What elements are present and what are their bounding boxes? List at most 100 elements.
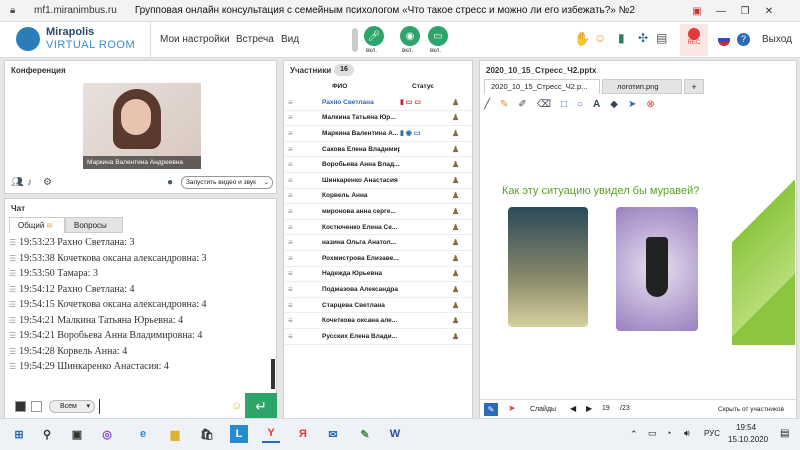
edge-icon[interactable]: e <box>134 425 152 443</box>
search-icon[interactable]: ⚲ <box>38 425 56 443</box>
participant-row[interactable]: ≡ миронова анна серге... ♟ <box>284 204 472 220</box>
participant-row[interactable]: ≡ Воробьева Анна Влад... ♟ <box>284 157 472 173</box>
participant-row[interactable]: ≡ Рохмистрова Елизаве... ♟ <box>284 251 472 267</box>
color-picker-icon[interactable] <box>15 401 26 412</box>
send-button[interactable]: ↵ <box>245 393 277 420</box>
chat-input[interactable] <box>99 399 229 414</box>
participants-video-icon[interactable]: 👥︎ <box>11 177 24 188</box>
yandex-icon[interactable]: Я <box>294 425 312 443</box>
language-indicator[interactable]: РУС <box>704 429 720 438</box>
participant-row[interactable]: ≡ Корвель Анна ♟ <box>284 189 472 205</box>
network-icon[interactable]: ✣ <box>638 31 648 45</box>
recipient-dropdown[interactable]: Всем ▾ <box>49 400 95 413</box>
avatar-icon: ♟ <box>452 191 460 201</box>
participant-row[interactable]: ≡ Надежда Юрьевна ♟ <box>284 267 472 283</box>
mail-icon[interactable]: ✉ <box>324 425 342 443</box>
tab-logo[interactable]: логотип.png <box>602 79 682 94</box>
slides-button[interactable]: Слайды <box>530 406 556 413</box>
tab-general[interactable]: Общий ✉ <box>9 217 65 233</box>
chat-scrollbar[interactable] <box>271 359 275 389</box>
language-flag-icon[interactable] <box>718 34 730 46</box>
tab-questions[interactable]: Вопросы <box>65 217 123 233</box>
marker-icon[interactable]: ✐ <box>518 99 526 110</box>
help-icon[interactable]: ? <box>737 33 750 46</box>
message-icon: ☰ <box>9 331 17 340</box>
screen-share-button[interactable]: ▭ <box>428 26 448 46</box>
tray-chevron-icon[interactable]: ⌃ <box>630 429 638 440</box>
participant-row[interactable]: ≡ Сакова Елена Владимир... ♟ <box>284 142 472 158</box>
network-tray-icon[interactable]: ▭ <box>648 428 657 439</box>
mic-button[interactable]: 🎤︎ <box>364 26 384 46</box>
store-icon[interactable]: 🛍︎ <box>198 425 216 443</box>
task-view-icon[interactable]: ▣ <box>68 425 86 443</box>
paint-icon[interactable]: ✎ <box>356 425 374 443</box>
drag-handle-icon: ≡ <box>288 175 293 185</box>
rectangle-icon[interactable]: □ <box>561 99 567 110</box>
emoji-picker-icon[interactable]: ☺ <box>231 400 242 412</box>
record-button[interactable]: REC <box>680 24 708 56</box>
menu-my-settings[interactable]: Мои настройки <box>160 34 230 45</box>
mic-level-slider[interactable] <box>352 28 358 52</box>
participant-row[interactable]: ≡ Малкина Татьяна Юр... ♟ <box>284 111 472 127</box>
menu-view[interactable]: Вид <box>281 34 299 45</box>
hide-from-participants-button[interactable]: Скрыть от участников <box>718 406 784 413</box>
folder-icon[interactable]: ▤ <box>656 31 667 45</box>
raise-hand-icon[interactable]: ✋ <box>574 31 590 47</box>
highlighter-icon[interactable]: ✎ <box>500 99 508 110</box>
participant-row[interactable]: ≡ Костюченко Елена Се... ♟ <box>284 220 472 236</box>
pointer-icon[interactable]: ➤ <box>628 99 636 110</box>
participant-row[interactable]: ≡ назина Ольга Анатол... ♟ <box>284 235 472 251</box>
wifi-icon[interactable]: ◔ <box>666 428 671 438</box>
alice-icon[interactable]: ◎ <box>98 425 116 443</box>
badge-icon[interactable]: ▣ <box>685 0 709 22</box>
draw-mode-button[interactable]: ✎ <box>484 403 498 416</box>
avatar-icon: ♟ <box>452 238 460 248</box>
app-header: Mirapolis VIRTUAL ROOM Мои настройки Вст… <box>0 22 800 58</box>
app-l-icon[interactable]: L <box>230 425 248 443</box>
slide-image-left <box>508 207 588 327</box>
close-button[interactable]: ✕ <box>757 0 781 22</box>
pointer-mode-icon[interactable]: ➤ <box>508 403 516 414</box>
participant-row[interactable]: ≡ Кочеткова оксана але... ♟ <box>284 313 472 329</box>
prev-slide-button[interactable]: ◀ <box>570 404 576 413</box>
participant-row[interactable]: ≡ Старцева Светлана ♟ <box>284 298 472 314</box>
restore-button[interactable]: ❐ <box>733 0 757 22</box>
participant-row[interactable]: ≡ Подмазова Александра ♟ <box>284 282 472 298</box>
emoji-icon[interactable]: ☺ <box>594 31 606 45</box>
speaker-icon[interactable]: ♪ <box>27 177 32 188</box>
minimize-button[interactable]: — <box>709 0 733 22</box>
clear-icon[interactable]: ⊗ <box>646 99 654 110</box>
menu-meeting[interactable]: Встреча <box>236 34 274 45</box>
start-video-dropdown[interactable]: Запустить видео и звук ⌄ <box>181 176 273 189</box>
participant-row[interactable]: ≡ Русских Елена Влади... ♟ <box>284 329 472 345</box>
volume-icon[interactable]: 🔊︎ <box>684 428 690 439</box>
page-number-input[interactable]: 19 <box>602 405 610 412</box>
fill-icon[interactable]: ◆ <box>610 99 618 110</box>
clock-date[interactable]: 15.10.2020 <box>728 435 768 444</box>
windows-start-icon[interactable]: ⊞ <box>10 425 28 443</box>
tab-presentation[interactable]: 2020_10_15_Стресс_Ч2.p... <box>484 79 600 94</box>
url-text[interactable]: mf1.miranimbus.ru <box>34 5 117 16</box>
circle-icon[interactable]: ○ <box>577 99 583 110</box>
exit-button[interactable]: Выход <box>762 34 792 45</box>
layout-icon[interactable]: ⚙ <box>43 177 52 188</box>
participant-row[interactable]: ≡ Рахно Светлана ▮ ▭ ▭ ♟ <box>284 95 472 111</box>
screen-status: вкл. <box>430 48 442 54</box>
camera-button[interactable]: ◉ <box>400 26 420 46</box>
word-icon[interactable]: W <box>386 425 404 443</box>
explorer-icon[interactable]: ▆ <box>166 425 184 443</box>
add-tab-button[interactable]: + <box>684 79 704 94</box>
yandex-browser-icon[interactable]: Y <box>262 425 280 443</box>
clock-time[interactable]: 19:54 <box>736 423 756 432</box>
next-slide-button[interactable]: ▶ <box>586 404 592 413</box>
bg-color-icon[interactable] <box>31 401 42 412</box>
logo-text-1: Mirapolis <box>46 26 95 38</box>
pen-icon[interactable]: ╱ <box>484 99 490 110</box>
mic-status: вкл. <box>366 48 378 54</box>
participant-row[interactable]: ≡ Маркина Валентина А... ▮ ◉ ▭ ♟ <box>284 126 472 142</box>
eraser-icon[interactable]: ⌫ <box>537 99 551 110</box>
notifications-icon[interactable]: ▤ <box>780 428 789 439</box>
participant-row[interactable]: ≡ Шинкаренко Анастасия ♟ <box>284 173 472 189</box>
stats-icon[interactable]: ▮ <box>618 31 625 45</box>
text-icon[interactable]: A <box>593 99 600 110</box>
